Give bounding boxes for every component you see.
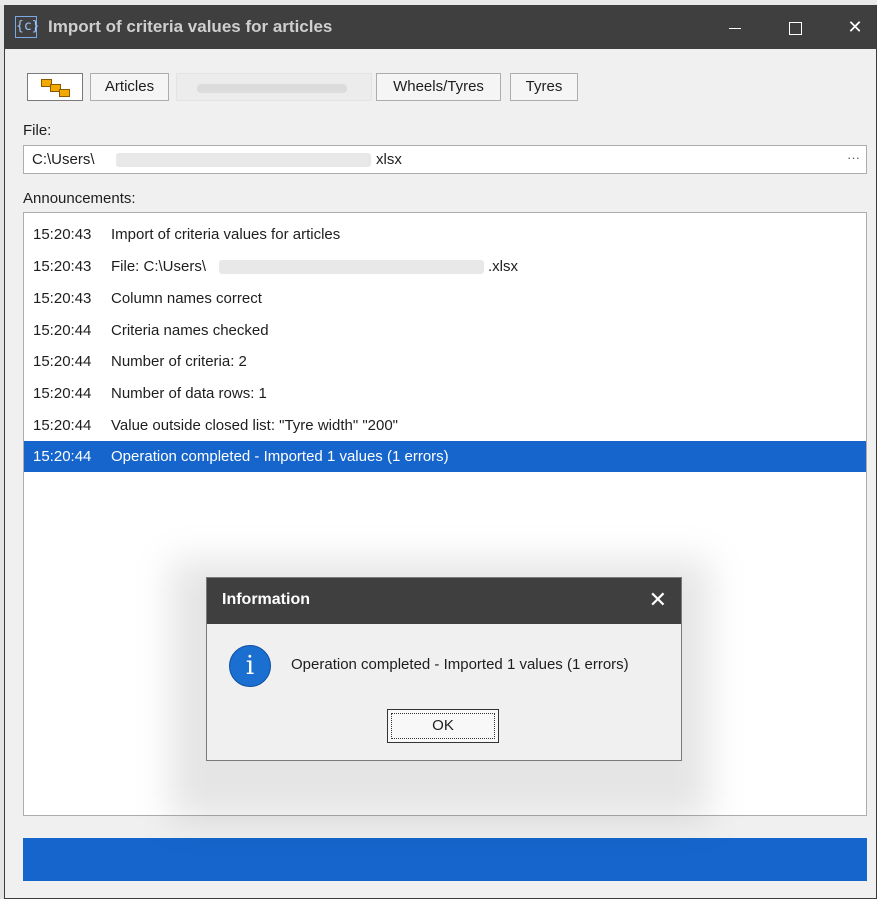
list-item-text: Value outside closed list: "Tyre width" …	[111, 417, 398, 434]
info-icon: i	[229, 645, 271, 687]
file-path-prefix: C:\Users\	[32, 151, 95, 168]
wheels-tyres-button[interactable]: Wheels/Tyres	[376, 73, 501, 101]
maximize-icon	[788, 21, 802, 35]
dialog-title-bar[interactable]: Information ✕	[207, 578, 681, 624]
ok-button-label: OK	[391, 713, 495, 739]
list-item-time: 15:20:44	[33, 385, 92, 402]
list-item-text: Import of criteria values for articles	[111, 226, 341, 243]
toolbar: Articles Wheels/Tyres Tyres	[23, 73, 623, 103]
list-item[interactable]: 15:20:44 Number of criteria: 2	[24, 346, 866, 377]
file-path-field[interactable]: C:\Users\ xlsx ···	[23, 145, 867, 174]
list-item-selected[interactable]: 15:20:44 Operation completed - Imported …	[24, 441, 866, 472]
list-item-tail: .xlsx	[488, 258, 518, 275]
list-item[interactable]: 15:20:43 Import of criteria values for a…	[24, 219, 866, 250]
tree-view-button[interactable]	[27, 73, 83, 101]
list-item-time: 15:20:43	[33, 226, 92, 243]
close-button[interactable]: ✕	[825, 6, 877, 49]
list-item-time: 15:20:43	[33, 290, 92, 307]
close-icon: ✕	[847, 17, 863, 37]
redacted-path	[219, 260, 484, 274]
announcements-label: Announcements:	[23, 190, 136, 207]
progress-bar	[23, 838, 867, 881]
list-item-time: 15:20:44	[33, 448, 92, 465]
list-item-time: 15:20:44	[33, 417, 92, 434]
list-item[interactable]: 15:20:43 Column names correct	[24, 283, 866, 314]
list-item[interactable]: 15:20:44 Criteria names checked	[24, 315, 866, 346]
tree-view-icon	[38, 78, 72, 97]
criteria-import-icon: {c}	[15, 16, 39, 38]
dialog-message: Operation completed - Imported 1 values …	[291, 656, 629, 673]
list-item-time: 15:20:43	[33, 258, 92, 275]
window-title: Import of criteria values for articles	[48, 17, 333, 36]
ok-button[interactable]: OK	[387, 709, 499, 743]
list-item-text: Operation completed - Imported 1 values …	[111, 448, 449, 465]
dialog-title: Information	[222, 591, 310, 608]
list-item[interactable]: 15:20:43 File: C:\Users\ .xlsx	[24, 251, 866, 282]
information-dialog: Information ✕ i Operation completed - Im…	[206, 577, 682, 761]
file-path-suffix: xlsx	[376, 151, 402, 168]
redacted-path	[116, 153, 371, 167]
title-bar[interactable]: {c} Import of criteria values for articl…	[5, 6, 876, 49]
dialog-close-icon[interactable]: ✕	[649, 586, 667, 614]
browse-button[interactable]: ···	[847, 150, 860, 165]
minimize-button[interactable]	[705, 6, 765, 49]
redacted-button[interactable]	[176, 73, 372, 101]
list-item-text: File: C:\Users\	[111, 258, 207, 275]
list-item-text: Criteria names checked	[111, 322, 269, 339]
list-item-text: Number of criteria: 2	[111, 353, 247, 370]
list-item-text: Number of data rows: 1	[111, 385, 267, 402]
list-item-text: Column names correct	[111, 290, 262, 307]
maximize-button[interactable]	[765, 6, 825, 49]
list-item-time: 15:20:44	[33, 322, 92, 339]
minimize-icon	[729, 27, 741, 29]
redacted-text	[197, 84, 347, 93]
articles-button[interactable]: Articles	[90, 73, 169, 101]
file-label: File:	[23, 122, 52, 139]
list-item[interactable]: 15:20:44 Number of data rows: 1	[24, 378, 866, 409]
list-item-time: 15:20:44	[33, 353, 92, 370]
tyres-button[interactable]: Tyres	[510, 73, 578, 101]
list-item[interactable]: 15:20:44 Value outside closed list: "Tyr…	[24, 410, 866, 441]
